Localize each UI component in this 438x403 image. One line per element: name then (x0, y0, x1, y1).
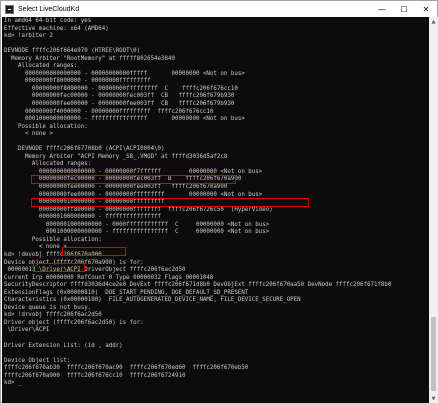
console-line: 00000000ff800000 - 00000000ffffffff ffff… (4, 206, 273, 213)
console-line: kd> !drvobj ffffc206f6ac2d50 (4, 312, 102, 319)
console-line: ffffc206f670a900 ffffc206f676cc10 ffffc2… (4, 372, 186, 379)
console-line: \Driver\ACPI (4, 327, 50, 334)
console-line: Characteristics (0x00000180) FILE_AUTOGE… (4, 297, 301, 304)
console-line: 0000001000000000 - ffffffffffffffff (4, 214, 162, 221)
console-line: 00000000fee00000 - 00000000fffffffff 000… (4, 191, 263, 198)
console-output[interactable]: In amd64 64-bit code: yes Effective machi… (2, 17, 429, 403)
title-bar[interactable]: Select LiveCloudKd — ☐ ✕ (1, 1, 437, 17)
console-line: 0000000000000000 - 00000000f7ffffff 0000… (4, 168, 263, 175)
scroll-down-arrow-icon[interactable]: ▼ (429, 394, 438, 403)
console-line: kd> _ (4, 380, 22, 387)
console-line: Allocated ranges: (4, 63, 78, 70)
maximize-button[interactable]: ☐ (393, 1, 415, 17)
console-line: Driver object (ffffc206f6ac2d50) is for: (4, 319, 144, 326)
console-line: Effective machine: x64 (AMD64) (4, 25, 109, 32)
console-line: 00000000fec00000 - 00000000fec003ff CB f… (4, 93, 235, 100)
minimize-button[interactable]: — (371, 1, 393, 17)
console-line: 0000001000000000 - 0000ffffffffffff C 00… (4, 221, 270, 228)
console-line: 00000000fee00000 - 00000000fee003ff CB f… (4, 101, 235, 108)
scroll-up-arrow-icon[interactable]: ▲ (429, 17, 438, 26)
console-line: kd> !devobj ffffc206f670a900 (4, 251, 102, 258)
console-line: DEVNODE ffffc206f664e970 (HTREE\ROOT\0) (4, 48, 141, 55)
console-line: Device object (ffffc206f670a900) is for: (4, 259, 144, 266)
console-line: 00000000f8000000 - 00000000fffffffff (4, 78, 151, 85)
vertical-scrollbar[interactable]: ▲ ▼ (429, 17, 438, 403)
console-line: In amd64 64-bit code: yes (4, 18, 92, 24)
console-app-icon (5, 4, 14, 14)
console-line: Device queue is not busy. (4, 304, 92, 311)
console-line: 0001000000000000 - ffffffffffffffff 0000… (4, 116, 245, 123)
console-line: DEVNODE ffffc206f67708b0 (ACPI\ACPI0004\… (4, 146, 165, 153)
console-line: ffffc206f670ab30 ffffc206f670ac90 ffffc2… (4, 365, 249, 372)
window-title: Select LiveCloudKd (18, 5, 80, 13)
console-line: ExtensionFlags (0x00000810) DOE_START_PE… (4, 289, 249, 296)
console-line: 0000000010000000 - 00000000fffffffff (4, 199, 165, 206)
console-line: 00000000f8000000 - 00000000fffffffff C f… (4, 85, 238, 92)
console-line: Possible allocation: (4, 123, 88, 130)
console-line: Current Irp 00000000 RefCount 0 Type 000… (4, 274, 214, 281)
scroll-thumb[interactable] (431, 317, 436, 391)
console-line: 00000013 \Driver\ACPI DriverObject ffffc… (4, 267, 186, 274)
console-line: 00000000f4000000 - 00000000fffffffff fff… (4, 108, 214, 115)
console-line: < none > (4, 244, 67, 251)
console-line: kd> !arbiter 2 (4, 33, 53, 40)
console-line: Driver Extension List: (id , addr) (4, 342, 123, 349)
console-line: Possible allocation: (4, 236, 102, 243)
console-line: Memory Arbiter "ACPI Memory _SB_.VMOD" a… (4, 153, 228, 160)
console-line: Allocated ranges: (4, 161, 92, 168)
console-line: 00000000fec00000 - 00000000fec003ff B ff… (4, 176, 242, 183)
console-line: SecurityDescriptor ffffd3036d4ce2e0 DevE… (4, 282, 392, 289)
console-line: Memory Arbiter "RootMemory" at fffff8026… (4, 55, 176, 62)
console-line: 00000000fee00000 - 00000000fee003ff ffff… (4, 184, 228, 191)
console-line: < none > (4, 131, 53, 138)
close-button[interactable]: ✕ (415, 1, 437, 17)
console-line: 0000000000000000 - 00000000000fffff 0000… (4, 70, 245, 77)
console-line: 0001000000000000 - ffffffffffffffff C 00… (4, 229, 270, 236)
console-line: Device Object list: (4, 357, 71, 364)
console-window: Select LiveCloudKd — ☐ ✕ In amd64 64-bit… (0, 0, 438, 403)
